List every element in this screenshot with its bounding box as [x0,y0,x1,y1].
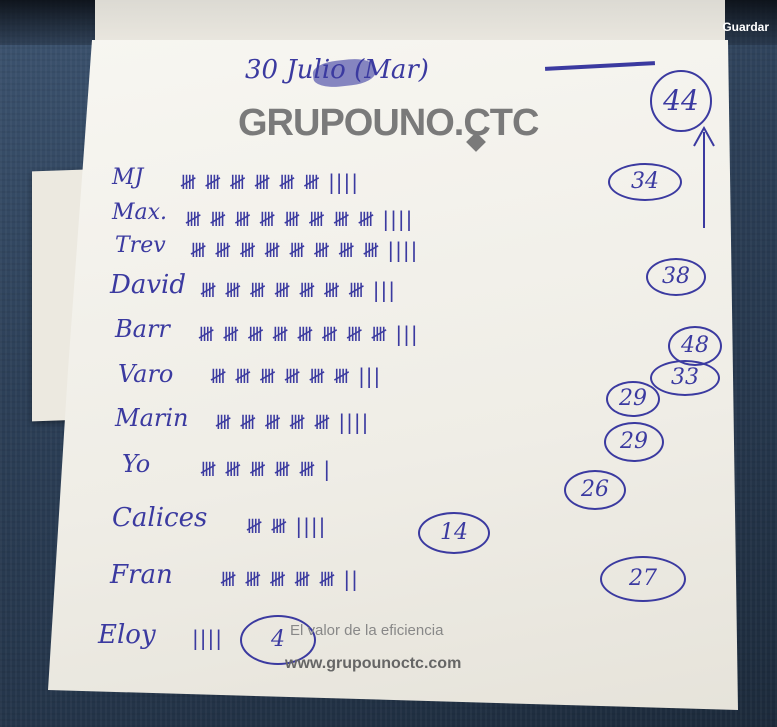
brand-logo: GRUPOUNO.CTC [238,102,539,144]
row-name: Varo [118,360,174,388]
row-total: 33 [650,360,720,396]
row-total: 34 [608,163,682,201]
row-name: Fran [110,560,173,590]
row-total: 14 [418,512,490,554]
row-name: MJ [112,165,144,190]
row-name: Trev [115,233,166,258]
row-tally: |||| [192,626,223,650]
row-name: Eloy [98,620,156,650]
brand-website: www.grupounoctc.com [285,655,462,672]
row-tally: 𝍸 𝍸 𝍸 𝍸 𝍸 𝍸 |||| [180,170,360,194]
row-name: David [110,270,186,300]
row-total: 27 [600,556,686,602]
brand-tagline: El valor de la eficiencia [290,622,444,639]
row-name: Calices [112,503,208,533]
row-tally: 𝍸 𝍸 𝍸 𝍸 𝍸 || [220,567,359,591]
row-total: 38 [646,258,706,296]
row-total: 29 [606,381,660,417]
row-tally: 𝍸 𝍸 𝍸 𝍸 𝍸 𝍸 𝍸 𝍸 ||| [198,322,419,346]
row-total: 26 [564,470,626,510]
notepad-binding [95,0,725,46]
row-total: 29 [604,422,664,462]
row-tally: 𝍸 𝍸 𝍸 𝍸 𝍸 𝍸 𝍸 𝍸 |||| [185,207,414,231]
arrow-icon [693,125,715,228]
row-name: Max. [112,200,168,225]
row-tally: 𝍸 𝍸 |||| [246,514,327,538]
row-tally: 𝍸 𝍸 𝍸 𝍸 𝍸 𝍸 ||| [210,364,382,388]
row-name: Yo [122,450,151,478]
row-tally: 𝍸 𝍸 𝍸 𝍸 𝍸 |||| [215,410,370,434]
date-text: 30 Julio (Mar) [245,55,429,85]
save-button[interactable]: Guardar [722,20,769,34]
row-tally: 𝍸 𝍸 𝍸 𝍸 𝍸 𝍸 𝍸 ||| [200,278,396,302]
row-tally: 𝍸 𝍸 𝍸 𝍸 𝍸 | [200,457,332,481]
row-tally: 𝍸 𝍸 𝍸 𝍸 𝍸 𝍸 𝍸 𝍸 |||| [190,238,419,262]
row-name: Barr [115,315,170,343]
row-name: Marin [115,404,189,432]
